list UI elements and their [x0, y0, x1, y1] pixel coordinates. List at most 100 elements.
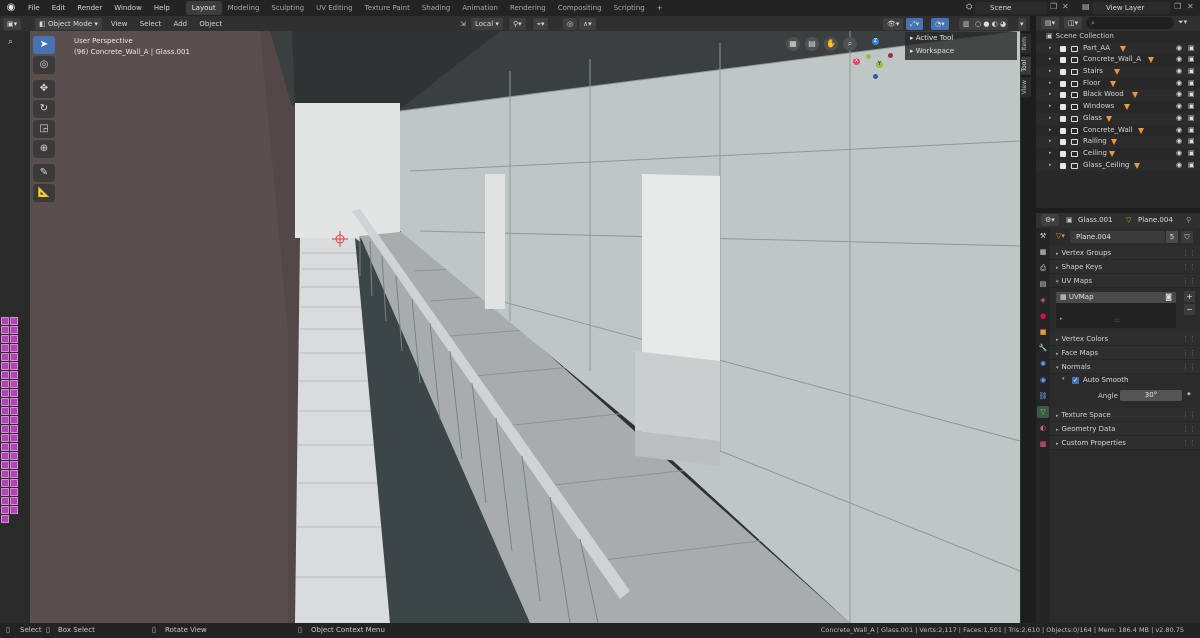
display-mode-dropdown[interactable]: ◫▾ [1064, 17, 1083, 29]
object-tab-icon[interactable]: ■ [1037, 326, 1049, 338]
new-scene-icon[interactable]: ❐ [1050, 2, 1057, 11]
eye-icon[interactable]: ◉ [1176, 113, 1182, 125]
eye-icon[interactable]: ◉ [1176, 66, 1182, 78]
axis-neg-x-icon[interactable] [888, 53, 893, 58]
select-tool-icon[interactable]: ➤ [33, 36, 55, 54]
add-workspace-button[interactable]: + [651, 1, 669, 15]
axis-z-icon[interactable]: Z [872, 38, 879, 45]
tab-view[interactable]: View [1021, 77, 1031, 98]
normals-section[interactable]: ▾ Normals ⋮⋮ [1050, 360, 1200, 374]
checkbox[interactable] [1060, 139, 1066, 146]
tab-item[interactable]: Item [1021, 34, 1031, 54]
overlay-toggle[interactable]: ◔▾ [931, 17, 949, 30]
eye-icon[interactable]: ◉ [1176, 125, 1182, 137]
render-tab-icon[interactable]: ▦ [1037, 246, 1049, 258]
zoom-view-icon[interactable]: ⌕ [843, 37, 857, 51]
properties-editor-type[interactable]: ⚙▾ [1041, 214, 1059, 226]
texture-tab-icon[interactable]: ▩ [1037, 438, 1049, 450]
resize-handle-icon[interactable]: ::: [1114, 317, 1120, 324]
camera-icon[interactable]: ▣ [1188, 125, 1195, 137]
drag-handle-icon[interactable]: ⋮⋮ [1182, 346, 1196, 360]
add-uv-button[interactable]: + [1184, 291, 1195, 302]
menu-edit[interactable]: Edit [46, 0, 72, 16]
checkbox[interactable] [1060, 92, 1066, 99]
outliner-item[interactable]: ▸ Concrete_Wall_A ◉ ▣ [1036, 54, 1200, 66]
camera-icon[interactable]: ▣ [1188, 113, 1195, 125]
auto-smooth-checkbox[interactable]: ✓ [1072, 377, 1079, 384]
move-tool-icon[interactable]: ✥ [33, 80, 55, 98]
outliner-search-input[interactable]: ⌕ [1086, 17, 1174, 29]
zoom-icon[interactable]: ⌕ [8, 37, 13, 47]
outliner-item[interactable]: ▸ Stairs ◉ ▣ [1036, 66, 1200, 78]
menu-add[interactable]: Add [169, 20, 193, 28]
pan-view-icon[interactable]: ✋ [824, 37, 838, 51]
expand-arrow-icon[interactable]: ▸ [1049, 43, 1052, 55]
menu-window[interactable]: Window [108, 0, 148, 16]
outliner-item[interactable]: ▸ Railing ◉ ▣ [1036, 136, 1200, 148]
eye-icon[interactable]: ◉ [1176, 136, 1182, 148]
menu-file[interactable]: File [22, 0, 46, 16]
chevron-right-icon[interactable]: ▸ [1060, 316, 1063, 322]
cursor-tool-icon[interactable]: ◎ [33, 56, 55, 74]
tool-tab-icon[interactable]: ⚒ [1037, 230, 1049, 242]
shape-keys-section[interactable]: ▸ Shape Keys ⋮⋮ [1050, 260, 1200, 274]
delete-scene-icon[interactable]: ✕ [1062, 2, 1069, 11]
editor-type-button[interactable]: ▣▾ [3, 17, 22, 30]
shading-modes[interactable]: ○ ● ◐ ◕ [973, 17, 1009, 30]
checkbox[interactable] [1060, 150, 1066, 157]
outliner-editor-type[interactable]: ▤▾ [1041, 17, 1060, 29]
expand-arrow-icon[interactable]: ▸ [1049, 148, 1052, 160]
transform-tool-icon[interactable]: ⊕ [33, 140, 55, 158]
drag-handle-icon[interactable]: ⋮⋮ [1182, 274, 1196, 288]
eye-icon[interactable]: ◉ [1176, 160, 1182, 172]
camera-icon[interactable]: ▣ [1188, 89, 1195, 101]
tab-animation[interactable]: Animation [456, 1, 504, 15]
menu-object[interactable]: Object [194, 20, 227, 28]
tab-texture-paint[interactable]: Texture Paint [359, 1, 416, 15]
3d-viewport[interactable] [30, 31, 1021, 623]
custom-properties-section[interactable]: ▸ Custom Properties ⋮⋮ [1050, 436, 1200, 450]
material-tab-icon[interactable]: ◐ [1037, 422, 1049, 434]
chevron-down-icon[interactable]: ▾ [1062, 376, 1065, 382]
axis-neg-y-icon[interactable] [866, 54, 871, 59]
physics-tab-icon[interactable]: ◉ [1037, 374, 1049, 386]
list-item[interactable]: ▦ UVMap ◙ [1056, 292, 1176, 303]
object-mode-dropdown[interactable]: ◧ Object Mode ▾ [35, 17, 102, 30]
drag-handle-icon[interactable]: ⋮⋮ [1182, 246, 1196, 260]
checkbox[interactable] [1060, 57, 1066, 64]
new-view-layer-icon[interactable]: ❐ [1174, 2, 1181, 11]
fake-user-icon[interactable]: ⛉ [1181, 231, 1193, 243]
orientation-dropdown[interactable]: Local ▾ [471, 17, 503, 30]
eye-icon[interactable]: ◉ [1176, 89, 1182, 101]
users-count[interactable]: 5 [1166, 231, 1178, 243]
tab-shading[interactable]: Shading [416, 1, 456, 15]
camera-icon[interactable]: ▣ [1188, 66, 1195, 78]
checkbox[interactable] [1060, 162, 1066, 169]
camera-icon[interactable]: ▣ [1188, 160, 1195, 172]
expand-arrow-icon[interactable]: ▸ [1049, 101, 1052, 113]
world-tab-icon[interactable]: ● [1037, 310, 1049, 322]
outliner-item[interactable]: ▸ Windows ◉ ▣ [1036, 101, 1200, 113]
annotate-tool-icon[interactable]: ✎ [33, 164, 55, 182]
axis-y-icon[interactable]: Y [876, 61, 883, 68]
drag-handle-icon[interactable]: ⋮⋮ [1182, 422, 1196, 436]
eye-icon[interactable]: ◉ [1176, 148, 1182, 160]
tab-layout[interactable]: Layout [185, 1, 222, 15]
scale-tool-icon[interactable]: ◲ [33, 120, 55, 138]
camera-view-icon[interactable]: ▦ [786, 37, 800, 51]
delete-view-layer-icon[interactable]: ✕ [1187, 2, 1194, 11]
menu-select[interactable]: Select [135, 20, 167, 28]
tab-scripting[interactable]: Scripting [608, 1, 651, 15]
expand-arrow-icon[interactable]: ▸ [1049, 136, 1052, 148]
vertex-groups-section[interactable]: ▸ Vertex Groups ⋮⋮ [1050, 246, 1200, 260]
view-layer-selector[interactable]: View Layer [1092, 2, 1170, 14]
rotate-tool-icon[interactable]: ↻ [33, 100, 55, 118]
eye-icon[interactable]: ◉ [1176, 78, 1182, 90]
drag-handle-icon[interactable]: ⋮⋮ [1182, 332, 1196, 346]
expand-arrow-icon[interactable]: ▸ [1049, 54, 1052, 66]
particles-tab-icon[interactable]: ✺ [1037, 358, 1049, 370]
texture-space-section[interactable]: ▸ Texture Space ⋮⋮ [1050, 408, 1200, 422]
axis-x-icon[interactable]: X [853, 58, 860, 65]
outliner-item[interactable]: ▸ Concrete_Wall ◉ ▣ [1036, 125, 1200, 137]
proportional-edit-toggle[interactable]: ◎ [563, 17, 578, 30]
